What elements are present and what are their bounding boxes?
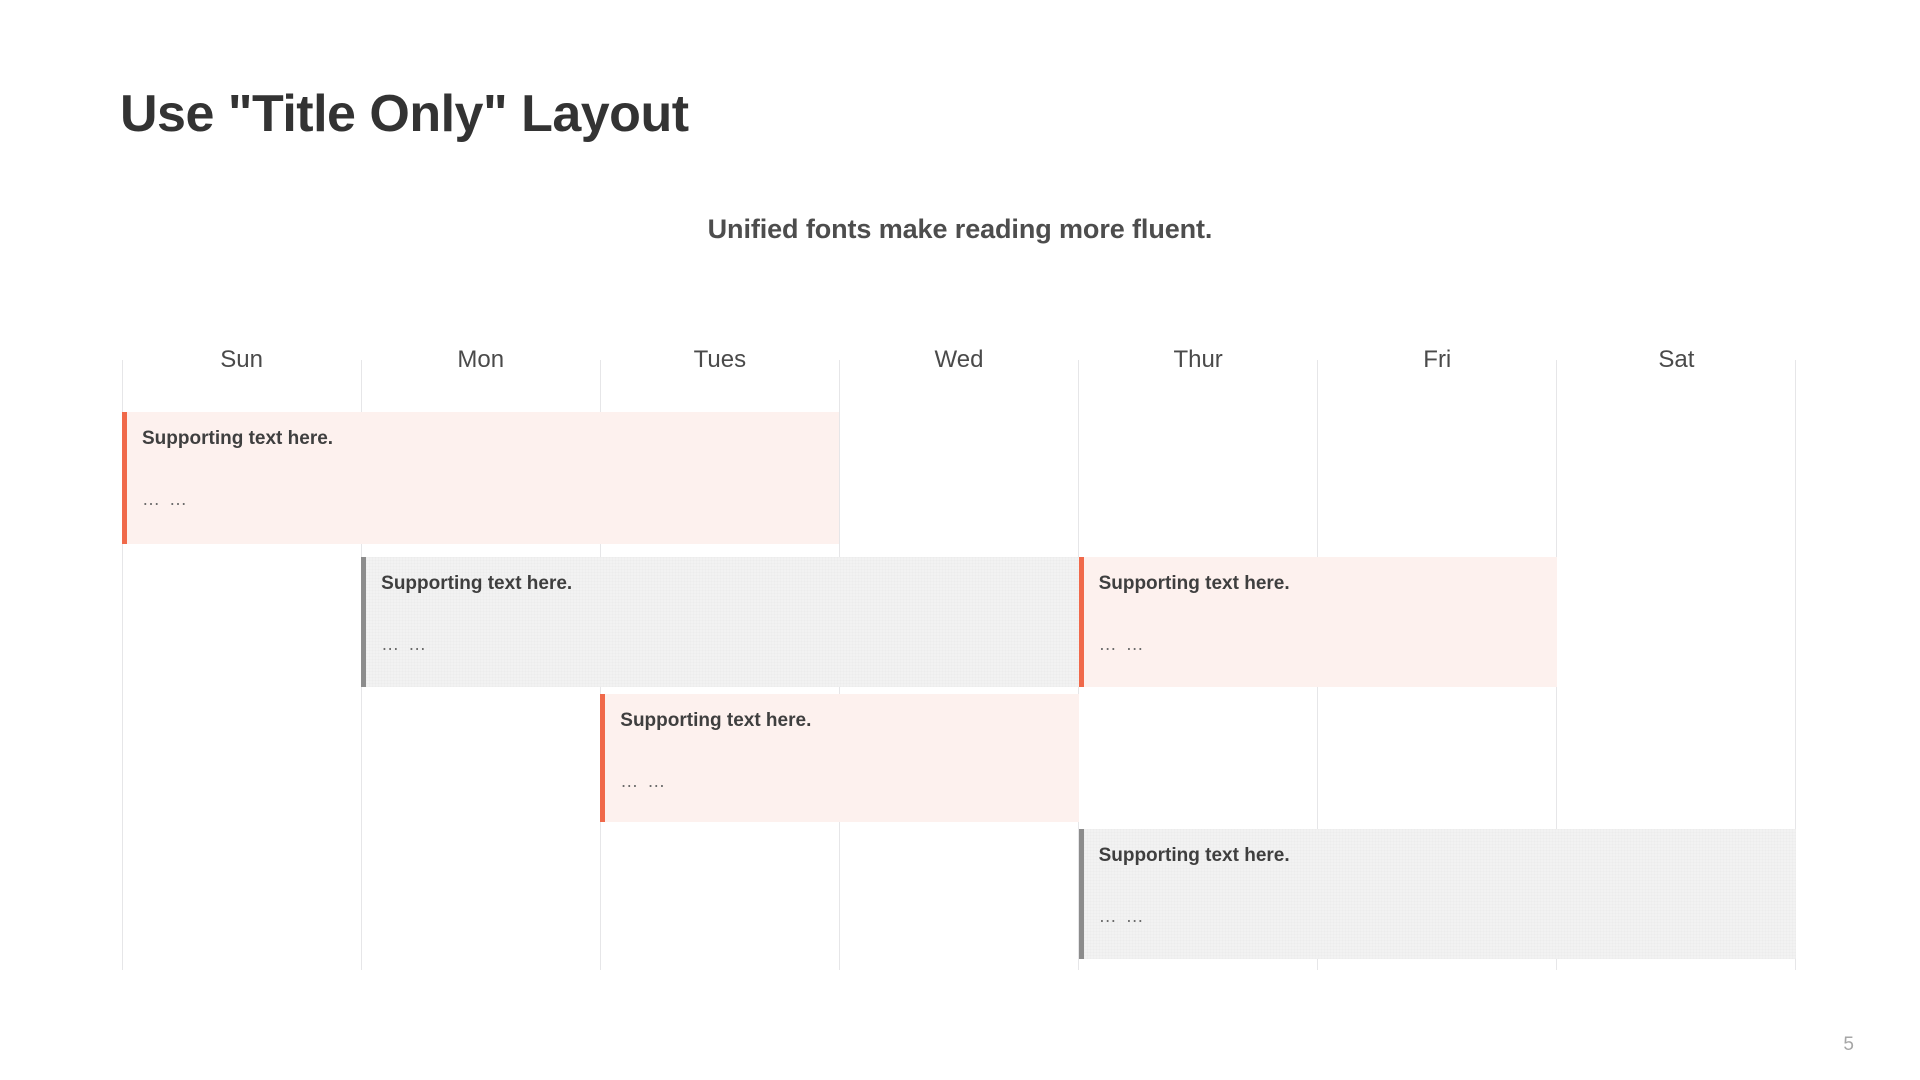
- slide-canvas: Use "Title Only" Layout Unified fonts ma…: [0, 0, 1920, 1080]
- calendar-event[interactable]: Supporting text here. … …: [1078, 829, 1796, 959]
- event-title: Supporting text here.: [1098, 845, 1290, 866]
- event-accent-bar: [1078, 829, 1084, 959]
- event-accent-bar: [600, 694, 606, 822]
- calendar-event[interactable]: Supporting text here. … …: [1078, 557, 1557, 687]
- event-subtext: … …: [620, 770, 668, 791]
- event-title: Supporting text here.: [381, 573, 573, 594]
- event-subtext: … …: [381, 633, 429, 654]
- event-title: Supporting text here.: [142, 428, 334, 449]
- event-subtext: … …: [142, 488, 190, 509]
- event-title: Supporting text here.: [620, 710, 812, 731]
- calendar-week-view: Sun Mon Tues Wed Thur Fri Sat Supporting…: [122, 348, 1796, 970]
- event-accent-bar: [361, 557, 367, 687]
- event-accent-bar: [122, 412, 127, 544]
- event-subtext: … …: [1098, 905, 1146, 926]
- calendar-events-layer: Supporting text here.… … Supporting text …: [122, 348, 1796, 970]
- calendar-event[interactable]: Supporting text here. … …: [122, 412, 840, 544]
- calendar-event[interactable]: Supporting text here. … …: [600, 694, 1079, 822]
- event-title: Supporting text here.: [1098, 573, 1290, 594]
- event-subtext: … …: [1098, 633, 1146, 654]
- calendar-event[interactable]: Supporting text here. … …: [361, 557, 1079, 687]
- page-title: Use "Title Only" Layout: [120, 85, 689, 143]
- page-number: 5: [1843, 1034, 1854, 1055]
- event-accent-bar: [1078, 557, 1084, 687]
- slide-subtitle: Unified fonts make reading more fluent.: [707, 214, 1213, 244]
